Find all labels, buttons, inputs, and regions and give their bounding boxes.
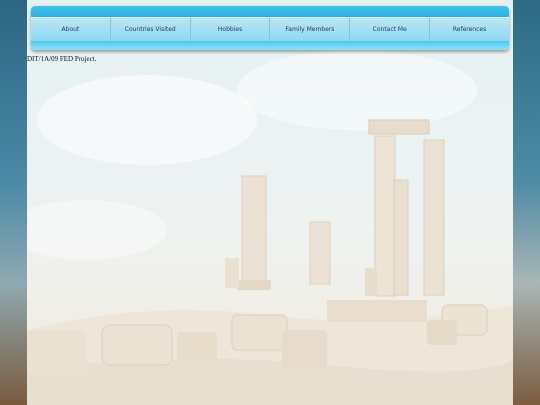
nav-item-references[interactable]: References: [430, 18, 509, 41]
nav-item-about[interactable]: About: [31, 18, 111, 41]
content-panel: [27, 0, 513, 405]
nav-item-family-members[interactable]: Family Members: [270, 18, 351, 41]
navigation-bar: About Countries Visited Hobbies Family M…: [31, 6, 509, 50]
temple-ruins-background-image: [27, 50, 513, 405]
nav-item-contact-me[interactable]: Contact Me: [350, 18, 431, 41]
navigation-menu: About Countries Visited Hobbies Family M…: [31, 17, 509, 42]
page-caption: DIT/1A/09 FED Project.: [27, 55, 97, 63]
background-left: [0, 0, 27, 405]
nav-item-hobbies[interactable]: Hobbies: [191, 18, 271, 41]
background-right: [513, 0, 540, 405]
nav-item-countries-visited[interactable]: Countries Visited: [111, 18, 191, 41]
